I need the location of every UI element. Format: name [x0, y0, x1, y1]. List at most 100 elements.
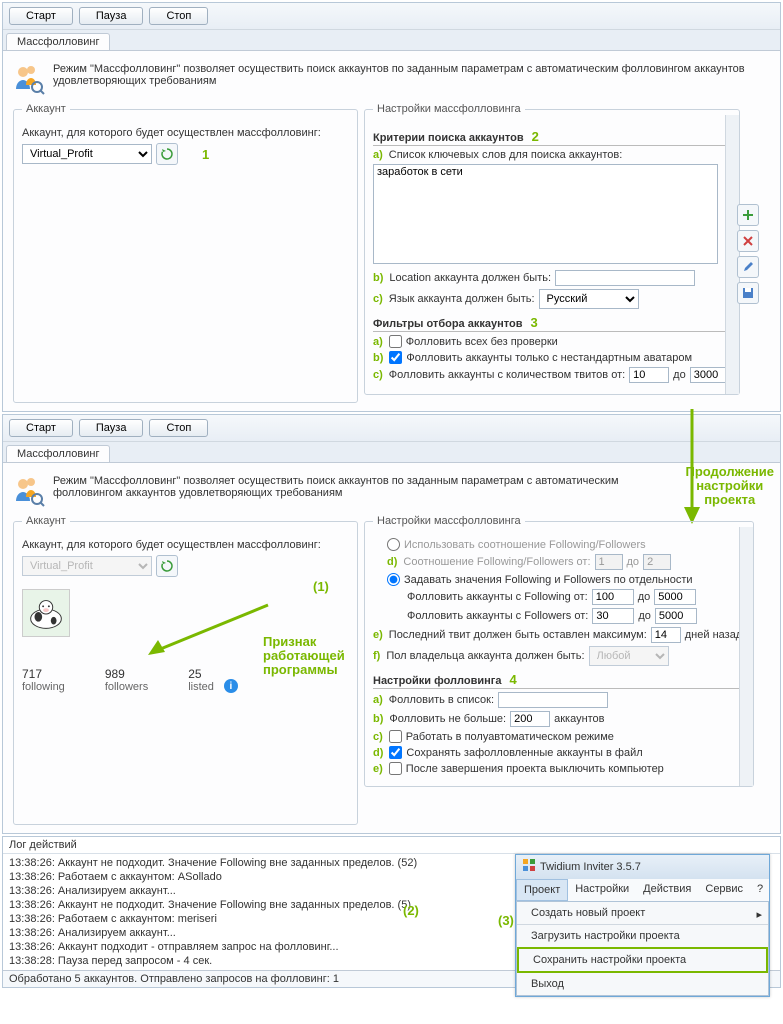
scrollbar-2[interactable]	[739, 527, 753, 786]
arrow-running	[143, 600, 273, 660]
add-icon[interactable]	[737, 204, 759, 226]
savefile-label: Сохранять зафолловленные аккаунты в файл	[406, 747, 642, 759]
submenu-arrow-icon: ▸	[756, 908, 762, 922]
follow-all-label: Фолловить всех без проверки	[406, 336, 558, 348]
following-range-label: Фолловить аккаунты с Following от:	[407, 591, 588, 603]
popup-titlebar: Twidium Inviter 3.5.7	[516, 855, 769, 879]
ratio-radio[interactable]	[387, 538, 400, 551]
annotation-running: Признак работающей программы	[263, 635, 345, 677]
refresh-icon-2[interactable]	[156, 555, 178, 577]
listed-label: listed	[188, 681, 214, 693]
log-body: 13:38:26: Аккаунт не подходит. Значение …	[3, 853, 780, 970]
popup-window: Twidium Inviter 3.5.7 Проект Настройки Д…	[515, 854, 770, 997]
savefile-checkbox[interactable]	[389, 746, 402, 759]
toolbar: Старт Пауза Стоп	[3, 3, 780, 30]
following-label: following	[22, 681, 65, 693]
start-button[interactable]: Старт	[9, 7, 73, 25]
menu-help[interactable]: ?	[750, 879, 770, 901]
annotation-paren2: (2)	[403, 904, 419, 918]
shutdown-checkbox[interactable]	[389, 762, 402, 775]
tab-massfollowing-2[interactable]: Массфолловинг	[6, 445, 110, 462]
annotation-1: 1	[202, 147, 209, 162]
account-avatar	[22, 589, 70, 637]
separate-opt-label: Задавать значения Following и Followers …	[404, 574, 693, 586]
shutdown-label: После завершения проекта выключить компь…	[406, 763, 664, 775]
follow-max-input[interactable]	[510, 711, 550, 727]
menu-service[interactable]: Сервис	[698, 879, 750, 901]
account-select-2: Virtual_Profit	[22, 556, 152, 576]
filters-header: Фильтры отбора аккаунтов	[373, 318, 522, 330]
stop-button[interactable]: Стоп	[149, 7, 208, 25]
people-search-icon	[13, 63, 45, 95]
toolbar-2: Старт Пауза Стоп	[3, 415, 780, 442]
menu-settings[interactable]: Настройки	[568, 879, 636, 901]
menu-load-settings[interactable]: Загрузить настройки проекта	[517, 925, 768, 947]
annotation-2: 2	[532, 129, 539, 144]
account-select[interactable]: Virtual_Profit	[22, 144, 152, 164]
menu-save-settings[interactable]: Сохранить настройки проекта	[517, 947, 768, 973]
edit-icon[interactable]	[737, 256, 759, 278]
intro: Режим "Массфолловинг" позволяет осуществ…	[13, 63, 770, 95]
location-input[interactable]	[555, 270, 695, 286]
tweets-to-input[interactable]	[690, 367, 730, 383]
location-label: Location аккаунта должен быть:	[389, 272, 551, 284]
tweets-from-input[interactable]	[629, 367, 669, 383]
semiauto-checkbox[interactable]	[389, 730, 402, 743]
lang-select[interactable]: Русский	[539, 289, 639, 309]
separate-radio[interactable]	[387, 573, 400, 586]
follow-max-label: Фолловить не больше:	[389, 713, 506, 725]
intro-text-2: Режим "Массфолловинг" позволяет осуществ…	[53, 475, 770, 499]
follow-settings-header: Настройки фолловинга	[373, 675, 501, 687]
annotation-3: 3	[530, 315, 537, 330]
menu-actions[interactable]: Действия	[636, 879, 698, 901]
account-prompt-2: Аккаунт, для которого будет осуществлен …	[22, 539, 349, 551]
annotation-paren1: (1)	[313, 580, 329, 594]
follow-list-input[interactable]	[498, 692, 608, 708]
app-icon	[522, 858, 536, 876]
stop-button-2[interactable]: Стоп	[149, 419, 208, 437]
tab-massfollowing[interactable]: Массфолловинг	[6, 33, 110, 50]
listed-count: 25	[188, 667, 214, 681]
ratio-to-input	[643, 554, 671, 570]
settings-fieldset: Настройки массфолловинга Критерии поиска…	[364, 103, 740, 395]
following-to-input[interactable]	[654, 589, 696, 605]
menu-bar: Проект Настройки Действия Сервис ?	[516, 879, 769, 902]
semiauto-label: Работать в полуавтоматическом режиме	[406, 731, 614, 743]
keywords-input[interactable]: заработок в сети	[373, 164, 718, 264]
gender-label: Пол владельца аккаунта должен быть:	[386, 650, 584, 662]
followers-label: followers	[105, 681, 148, 693]
followers-to-input[interactable]	[655, 608, 697, 624]
start-button-2[interactable]: Старт	[9, 419, 73, 437]
save-icon[interactable]	[737, 282, 759, 304]
keywords-label: Список ключевых слов для поиска аккаунто…	[389, 149, 623, 161]
log-title: Лог действий	[3, 837, 780, 853]
settings-legend-2: Настройки массфолловинга	[373, 515, 525, 527]
people-search-icon-2	[13, 475, 45, 507]
followers-from-input[interactable]	[592, 608, 634, 624]
panel-top: Старт Пауза Стоп Массфолловинг Режим "Ма…	[2, 2, 781, 412]
menu-new-project[interactable]: Создать новый проект▸	[517, 902, 768, 925]
following-from-input[interactable]	[592, 589, 634, 605]
gender-select: Любой	[589, 646, 669, 666]
popup-title: Twidium Inviter 3.5.7	[540, 860, 641, 874]
menu-project[interactable]: Проект	[516, 879, 568, 901]
follow-list-label: Фолловить в список:	[389, 694, 494, 706]
account-fieldset: Аккаунт Аккаунт, для которого будет осущ…	[13, 103, 358, 403]
refresh-icon[interactable]	[156, 143, 178, 165]
pause-button[interactable]: Пауза	[79, 7, 144, 25]
menu-exit[interactable]: Выход	[517, 973, 768, 995]
last-tweet-input[interactable]	[651, 627, 681, 643]
intro-text: Режим "Массфолловинг" позволяет осуществ…	[53, 63, 770, 87]
lang-label: Язык аккаунта должен быть:	[389, 293, 535, 305]
delete-icon[interactable]	[737, 230, 759, 252]
account-legend: Аккаунт	[22, 103, 70, 115]
ratio-from-input	[595, 554, 623, 570]
tweets-count-label: Фолловить аккаунты с количеством твитов …	[389, 369, 625, 381]
custom-avatar-checkbox[interactable]	[389, 351, 402, 364]
follow-all-checkbox[interactable]	[389, 335, 402, 348]
pause-button-2[interactable]: Пауза	[79, 419, 144, 437]
account-legend-2: Аккаунт	[22, 515, 70, 527]
info-icon[interactable]: i	[224, 679, 238, 693]
followers-count: 989	[105, 667, 148, 681]
annotation-4: 4	[509, 672, 516, 687]
